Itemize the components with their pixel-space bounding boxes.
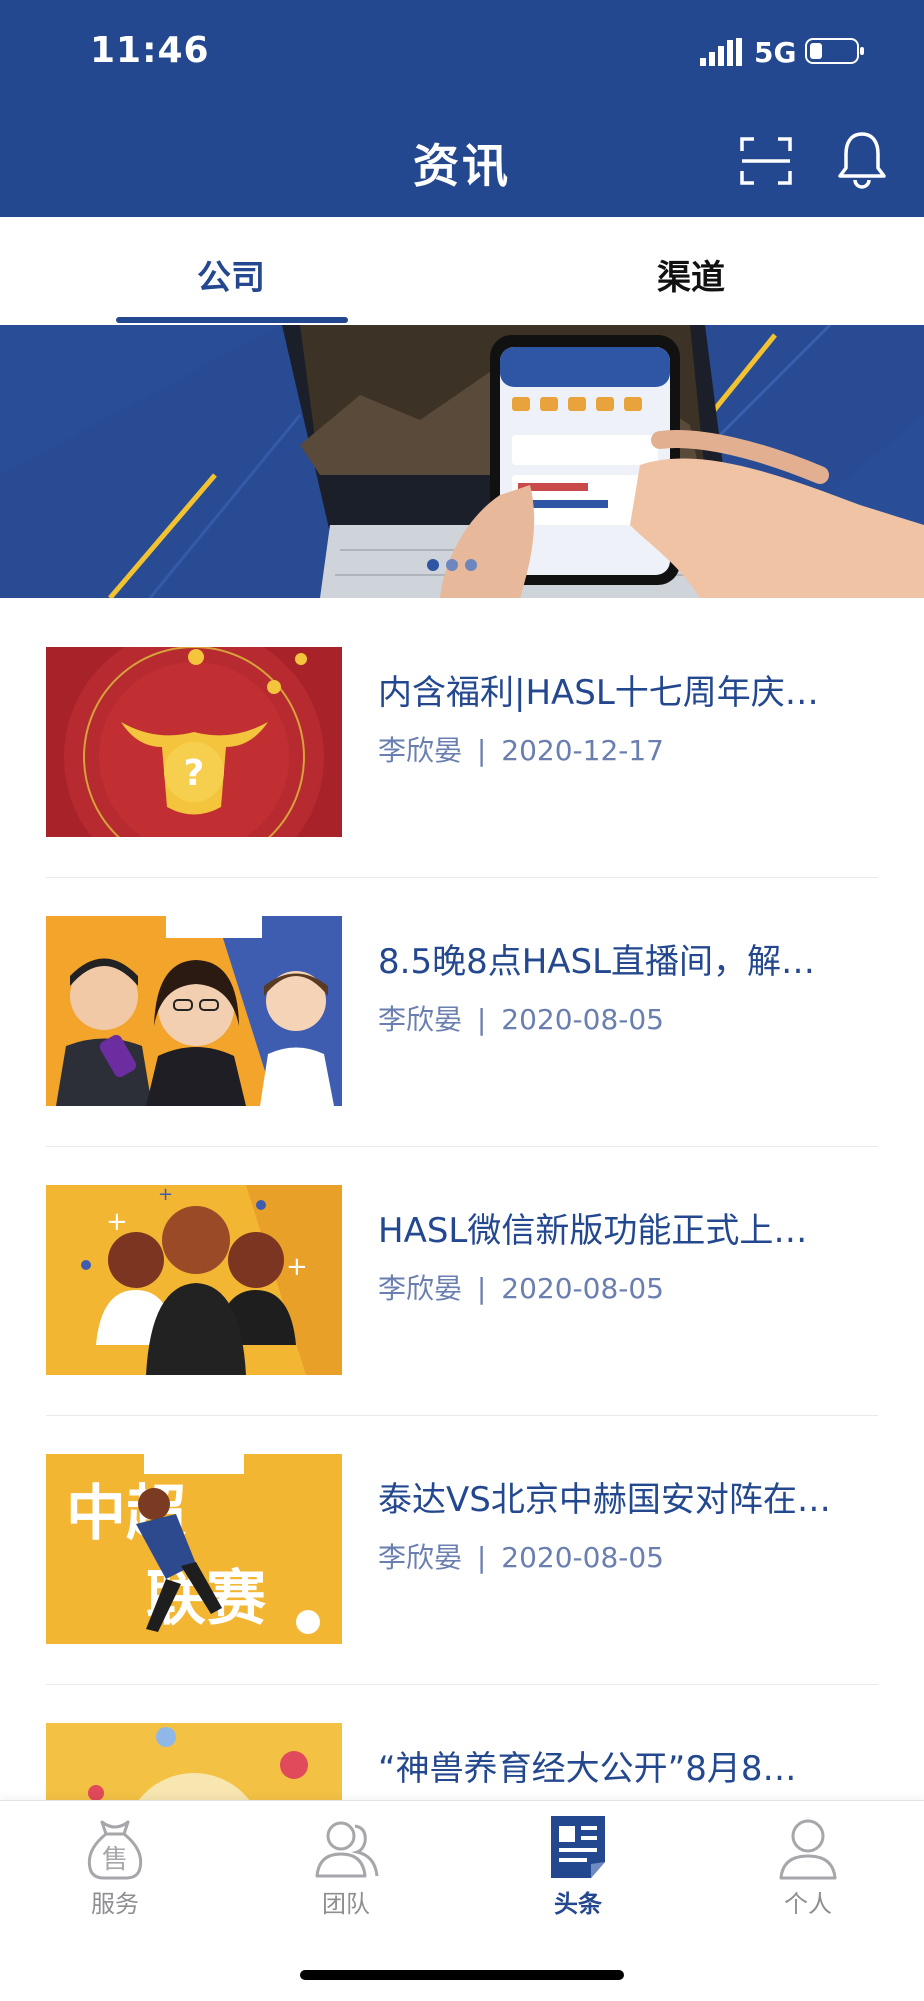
article-title[interactable]: 泰达VS北京中赫国安对阵在… xyxy=(378,1472,878,1521)
news-icon xyxy=(551,1816,605,1878)
article-title[interactable]: 8.5晚8点HASL直播间，解… xyxy=(378,934,878,983)
article-date: 2020-08-05 xyxy=(501,1541,664,1574)
battery-icon xyxy=(805,38,864,64)
tab-underline xyxy=(116,317,348,323)
article-thumbnail: ? xyxy=(46,647,342,837)
nav-label: 头条 xyxy=(554,1890,602,1918)
team-icon xyxy=(315,1821,379,1878)
article-meta: 李欣晏 | 2020-08-05 xyxy=(378,998,664,1038)
article-author: 李欣晏 xyxy=(378,734,463,767)
divider xyxy=(46,1146,878,1147)
list-item[interactable]: + + + HASL微信新版功能正式上… 李欣晏 | 2020-08-05 xyxy=(0,1185,924,1454)
status-time: 11:46 xyxy=(90,30,210,71)
article-meta: 李欣晏 | 2020-08-05 xyxy=(378,1267,664,1307)
nav-label: 服务 xyxy=(91,1890,139,1918)
nav-label: 团队 xyxy=(322,1890,370,1918)
nav-item-profile[interactable]: 个人 xyxy=(738,1812,878,1919)
article-meta: 李欣晏 | 2020-12-17 xyxy=(378,729,664,769)
article-title[interactable]: 内含福利|HASL十七周年庆… xyxy=(378,665,878,714)
article-thumbnail: 中超 联赛 xyxy=(46,1454,342,1644)
article-date: 2020-08-05 xyxy=(501,1272,664,1305)
list-item[interactable]: 中超 联赛 泰达VS北京中赫国安对阵在… 李欣晏 | 2020-08-05 xyxy=(0,1454,924,1723)
signal-icon xyxy=(700,38,742,66)
nav-item-team[interactable]: 团队 xyxy=(276,1812,416,1919)
divider xyxy=(46,1684,878,1685)
moneybag-glyph: 售 xyxy=(102,1845,128,1875)
meta-separator: | xyxy=(476,734,487,767)
banner-carousel[interactable] xyxy=(0,325,924,598)
svg-text:+: + xyxy=(286,1252,308,1282)
meta-separator: | xyxy=(476,1541,487,1574)
svg-text:+: + xyxy=(158,1185,173,1205)
tab-channel[interactable]: 渠道 xyxy=(657,250,725,299)
scan-icon[interactable] xyxy=(740,135,792,187)
bell-icon[interactable] xyxy=(836,130,888,190)
article-author: 李欣晏 xyxy=(378,1541,463,1574)
article-title[interactable]: HASL微信新版功能正式上… xyxy=(378,1203,878,1252)
tab-company[interactable]: 公司 xyxy=(197,250,265,299)
article-author: 李欣晏 xyxy=(378,1003,463,1036)
home-indicator xyxy=(300,1970,624,1980)
article-author: 李欣晏 xyxy=(378,1272,463,1305)
article-title[interactable]: “神兽养育经大公开”8月8… xyxy=(378,1741,878,1790)
nav-label: 个人 xyxy=(784,1890,832,1918)
svg-text:+: + xyxy=(106,1207,128,1237)
article-date: 2020-08-05 xyxy=(501,1003,664,1036)
divider xyxy=(46,1415,878,1416)
network-type: 5G xyxy=(754,36,797,69)
svg-text:?: ? xyxy=(184,753,205,794)
article-thumbnail: + + + xyxy=(46,1185,342,1375)
list-item[interactable]: ? 内含福利|HASL十七周年庆… 李欣晏 | 2020-12-17 xyxy=(0,647,924,916)
article-thumbnail xyxy=(46,916,342,1106)
moneybag-icon: 售 xyxy=(87,1820,143,1880)
article-date: 2020-12-17 xyxy=(501,734,664,767)
divider xyxy=(46,877,878,878)
meta-separator: | xyxy=(476,1003,487,1036)
list-item[interactable]: 8.5晚8点HASL直播间，解… 李欣晏 | 2020-08-05 xyxy=(0,916,924,1185)
nav-item-news[interactable]: 头条 xyxy=(508,1812,648,1919)
banner-image xyxy=(0,325,924,598)
tab-bar xyxy=(0,217,924,325)
article-meta: 李欣晏 | 2020-08-05 xyxy=(378,1536,664,1576)
nav-item-service[interactable]: 售 服务 xyxy=(45,1812,185,1919)
meta-separator: | xyxy=(476,1272,487,1305)
person-icon xyxy=(779,1819,837,1880)
